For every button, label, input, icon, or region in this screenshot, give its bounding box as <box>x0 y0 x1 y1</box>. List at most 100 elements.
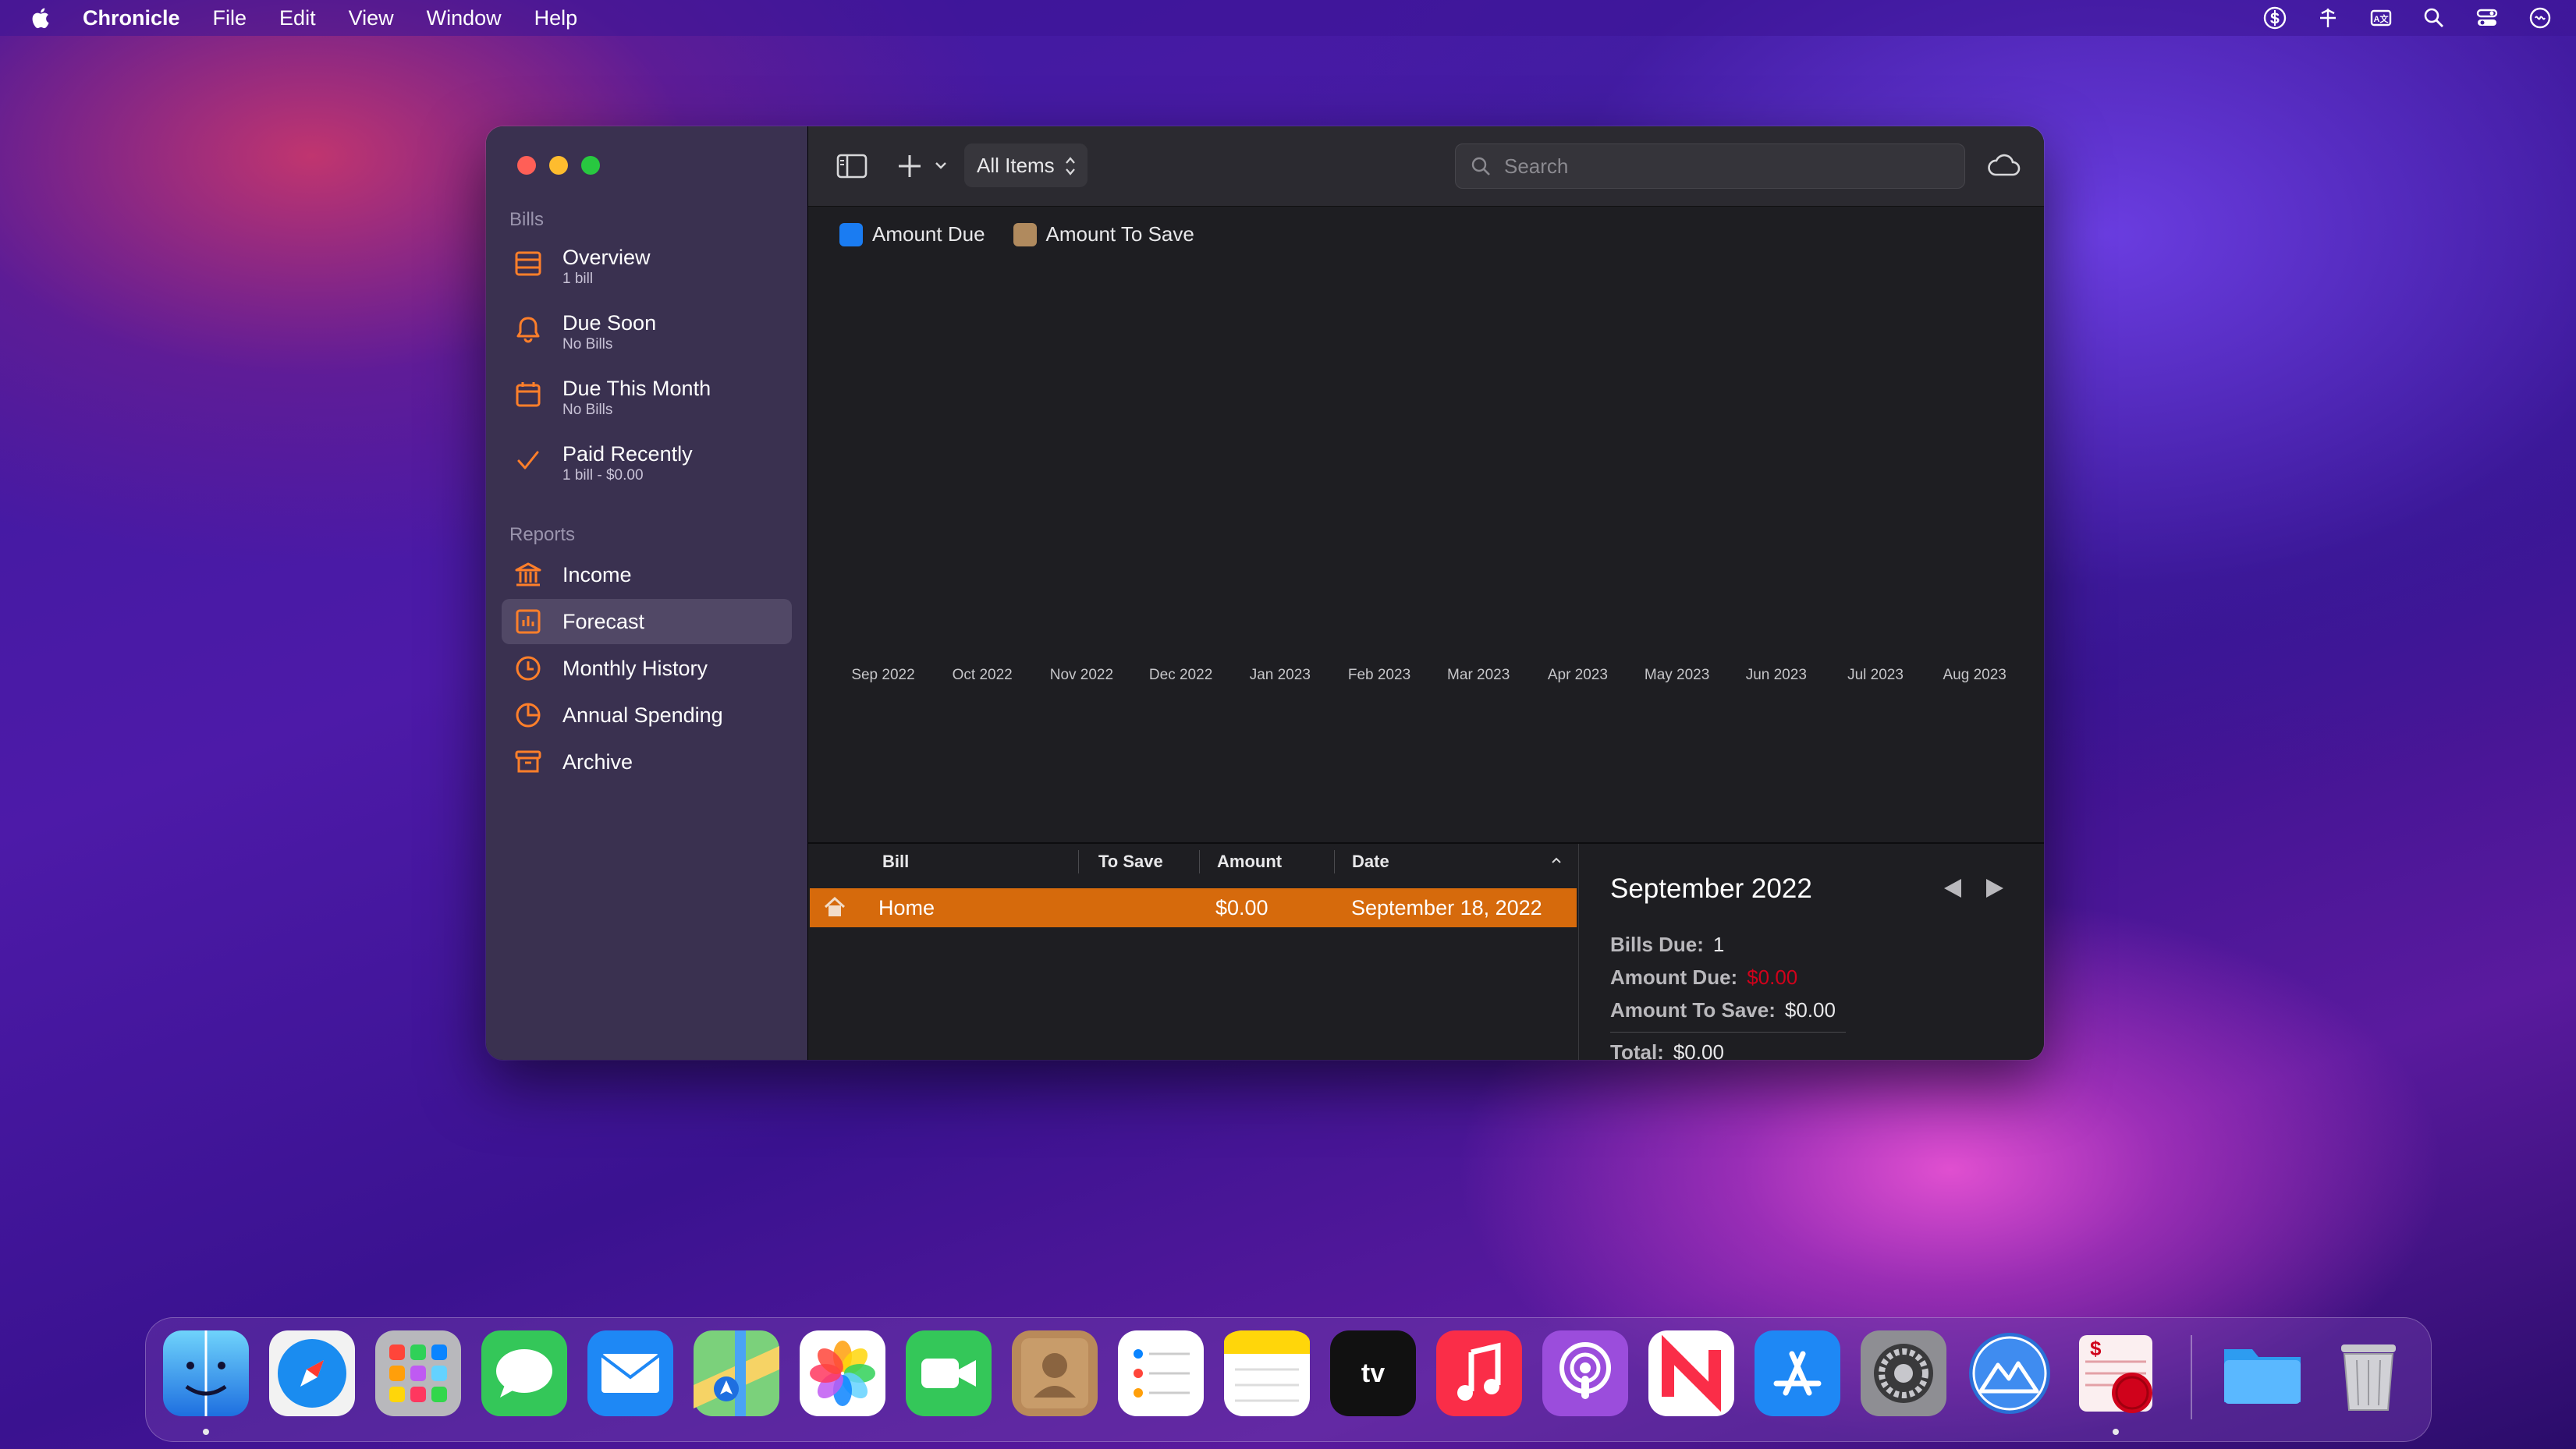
sidebar-toggle-icon[interactable] <box>836 154 868 179</box>
dollar-circle-icon[interactable]: S <box>2262 5 2287 30</box>
downloads-folder-icon[interactable] <box>2219 1330 2305 1416</box>
sidebar-item-paid-recently[interactable]: Paid Recently 1 bill - $0.00 <box>502 441 792 499</box>
tv-icon[interactable]: tv <box>1330 1330 1416 1416</box>
finder-icon[interactable] <box>163 1330 249 1416</box>
minimize-button[interactable] <box>549 156 568 175</box>
app-window: Bills Overview 1 bill Due Soon No Bills Du… <box>486 126 2044 1060</box>
detail-value: 1 <box>1712 933 1725 956</box>
legend-item-amount-due[interactable]: Amount Due <box>839 222 985 246</box>
x-tick-label: Feb 2023 <box>1347 667 1411 683</box>
search-icon[interactable] <box>2422 5 2446 30</box>
detail-label: Bills Due: <box>1610 933 1704 956</box>
x-tick-label: Sep 2022 <box>851 667 915 683</box>
bills-table: Bill To Save Amount Date Home $0.00 Sept… <box>808 844 1579 1060</box>
column-header-date-label: Date <box>1352 852 1389 871</box>
month-navigation <box>1939 875 2008 902</box>
column-header-amount[interactable]: Amount <box>1217 844 1282 880</box>
search-field[interactable] <box>1455 143 1965 189</box>
x-tick-label: Oct 2022 <box>952 667 1013 683</box>
column-header-to-save[interactable]: To Save <box>1098 844 1163 880</box>
chart-legend: Amount Due Amount To Save <box>839 222 1222 246</box>
sidebar-item-archive[interactable]: Archive <box>502 739 792 785</box>
detail-label: Amount Due: <box>1610 965 1738 989</box>
dock: tv $ <box>145 1317 2432 1442</box>
sidebar-item-label: Income <box>562 563 632 586</box>
safari-icon[interactable] <box>269 1330 355 1416</box>
menu-file[interactable]: File <box>213 6 247 30</box>
bell-icon <box>516 317 540 343</box>
column-header-bill[interactable]: Bill <box>882 844 909 880</box>
siri-icon[interactable] <box>2528 5 2553 30</box>
search-input[interactable] <box>1503 153 1943 179</box>
x-tick-label: Mar 2023 <box>1447 667 1510 683</box>
chronicle-icon[interactable]: $ <box>2073 1330 2159 1416</box>
window-controls <box>517 156 600 175</box>
toolbar: All Items <box>808 126 2044 207</box>
podcasts-icon[interactable] <box>1542 1330 1628 1416</box>
filter-popup-button[interactable]: All Items <box>964 143 1088 187</box>
previous-month-triangle-icon[interactable] <box>1939 875 1966 902</box>
photos-icon[interactable] <box>800 1330 885 1416</box>
sidebar-item-label: Forecast <box>562 610 645 633</box>
sidebar-item-sublabel: 1 bill - $0.00 <box>562 467 644 484</box>
sidebar-item-label: Overview <box>562 246 651 269</box>
main-content: All Items Amount Due Amount To Save <box>808 126 2044 1060</box>
migrator-icon[interactable] <box>1967 1330 2053 1416</box>
launchpad-icon[interactable] <box>375 1330 461 1416</box>
next-month-triangle-icon[interactable] <box>1982 875 2008 902</box>
sidebar-item-due-this-month[interactable]: Due This Month No Bills <box>502 376 792 434</box>
forecast-chart: Amount Due Amount To Save Sep 2022 Oct 20… <box>808 207 2044 842</box>
reminders-icon[interactable] <box>1118 1330 1204 1416</box>
sidebar-item-label: Paid Recently <box>562 442 693 466</box>
checkmark-icon <box>517 451 539 469</box>
sidebar-item-due-soon[interactable]: Due Soon No Bills <box>502 310 792 368</box>
updown-chevron-icon <box>1066 157 1075 175</box>
house-icon <box>824 896 846 916</box>
facetime-icon[interactable] <box>906 1330 992 1416</box>
trash-icon[interactable] <box>2326 1330 2411 1416</box>
svg-text:tv: tv <box>1361 1359 1385 1388</box>
dock-running-indicator <box>203 1429 209 1435</box>
archive-box-icon <box>515 750 541 773</box>
legend-item-amount-to-save[interactable]: Amount To Save <box>1013 222 1194 246</box>
mail-icon[interactable] <box>587 1330 673 1416</box>
zoom-button[interactable] <box>581 156 600 175</box>
cloud-sync-icon[interactable] <box>1986 153 2021 178</box>
add-bill-plus-icon[interactable] <box>896 152 924 180</box>
sidebar-item-monthly-history[interactable]: Monthly History <box>502 646 792 691</box>
sidebar-item-overview[interactable]: Overview 1 bill <box>502 245 792 303</box>
table-row[interactable]: Home $0.00 September 18, 2022 <box>810 888 1577 927</box>
section-title-bills: Bills <box>509 209 545 230</box>
network-icon[interactable] <box>2315 5 2340 30</box>
menu-help[interactable]: Help <box>534 6 578 30</box>
add-menu-chevron-down-icon[interactable] <box>935 161 947 170</box>
app-store-icon[interactable] <box>1755 1330 1840 1416</box>
sidebar: Bills Overview 1 bill Due Soon No Bills Du… <box>486 126 808 1060</box>
system-preferences-icon[interactable] <box>1861 1330 1946 1416</box>
control-center-icon[interactable] <box>2475 5 2500 30</box>
notes-icon[interactable] <box>1224 1330 1310 1416</box>
sidebar-item-income[interactable]: Income <box>502 552 792 597</box>
x-tick-label: Nov 2022 <box>1049 667 1114 683</box>
menu-app-name[interactable]: Chronicle <box>83 6 180 30</box>
detail-total: Total: $0.00 <box>1610 1040 1724 1060</box>
menu-window[interactable]: Window <box>427 6 502 30</box>
sidebar-item-sublabel: No Bills <box>562 336 613 353</box>
column-header-date[interactable]: Date <box>1352 844 1574 880</box>
sidebar-item-annual-spending[interactable]: Annual Spending <box>502 693 792 738</box>
sidebar-item-forecast[interactable]: Forecast <box>502 599 792 644</box>
menu-edit[interactable]: Edit <box>279 6 316 30</box>
bank-icon <box>515 562 541 586</box>
contacts-icon[interactable] <box>1012 1330 1098 1416</box>
apple-menu-icon[interactable] <box>30 6 61 30</box>
messages-icon[interactable] <box>481 1330 567 1416</box>
keyboard-icon[interactable]: A文 <box>2368 5 2393 30</box>
sidebar-item-sublabel: No Bills <box>562 402 613 418</box>
maps-icon[interactable] <box>694 1330 779 1416</box>
music-icon[interactable] <box>1436 1330 1522 1416</box>
news-icon[interactable] <box>1648 1330 1734 1416</box>
detail-divider <box>1610 1032 1846 1033</box>
legend-swatch-amount-to-save <box>1013 222 1037 246</box>
close-button[interactable] <box>517 156 536 175</box>
menu-view[interactable]: View <box>349 6 394 30</box>
